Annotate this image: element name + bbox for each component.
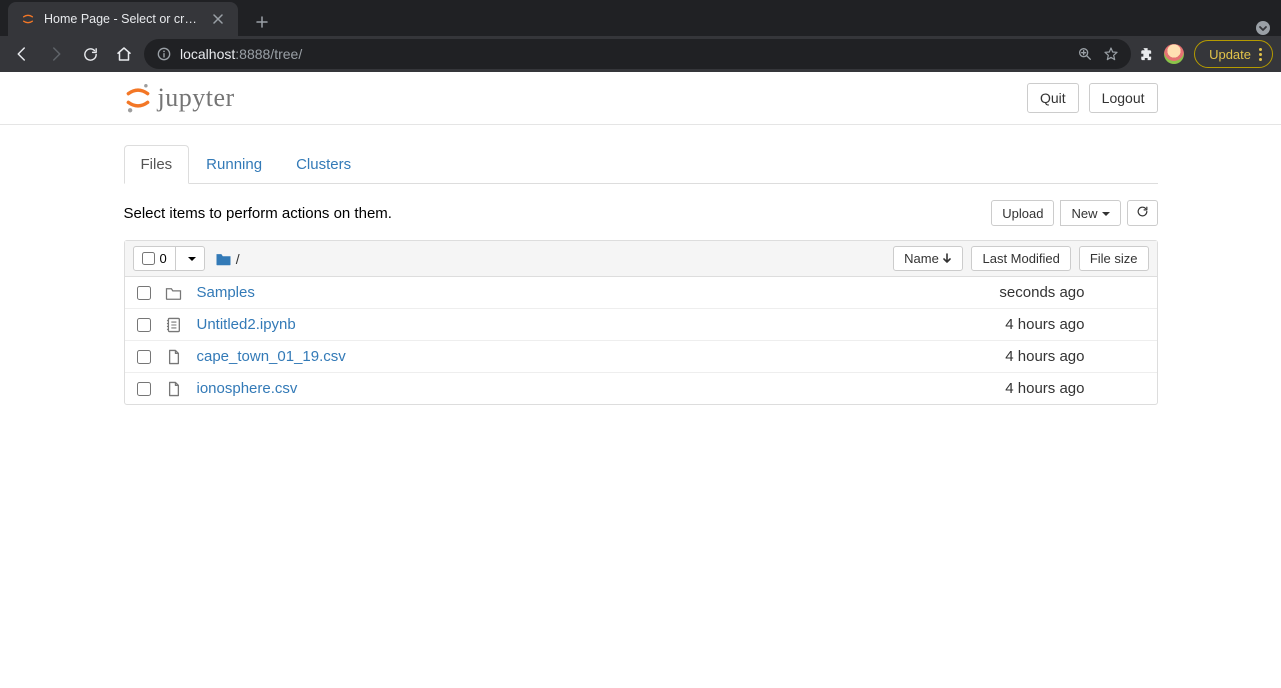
table-row: ionosphere.csv 4 hours ago — [125, 372, 1157, 404]
item-name-link[interactable]: Untitled2.ipynb — [197, 316, 296, 333]
item-name-link[interactable]: Samples — [197, 284, 255, 301]
tab-title: Home Page - Select or create a — [44, 12, 202, 26]
file-rows: Samples seconds ago Untitled2.ipynb 4 hours… — [125, 277, 1157, 404]
folder-icon — [165, 286, 183, 300]
file-icon — [165, 349, 183, 365]
extensions-icon[interactable] — [1137, 46, 1154, 63]
jupyter-header: jupyter Quit Logout — [0, 72, 1281, 125]
item-modified: seconds ago — [999, 284, 1144, 301]
update-label: Update — [1209, 47, 1251, 62]
row-checkbox[interactable] — [137, 350, 151, 364]
address-bar[interactable]: localhost:8888/tree/ — [144, 39, 1131, 69]
select-all-group[interactable]: 0 — [133, 246, 205, 271]
home-button[interactable] — [110, 40, 138, 68]
jupyter-favicon-icon — [20, 11, 36, 27]
folder-icon[interactable] — [215, 252, 232, 266]
row-checkbox[interactable] — [137, 286, 151, 300]
zoom-icon[interactable] — [1077, 46, 1093, 62]
caret-down-icon — [188, 257, 196, 261]
breadcrumb-root[interactable]: / — [236, 251, 240, 267]
selected-count: 0 — [160, 251, 167, 266]
logout-button[interactable]: Logout — [1089, 83, 1158, 113]
table-row: Untitled2.ipynb 4 hours ago — [125, 308, 1157, 340]
bookmark-star-icon[interactable] — [1103, 46, 1119, 62]
select-all-checkbox[interactable] — [142, 252, 155, 265]
item-modified: 4 hours ago — [1005, 316, 1144, 333]
file-list: 0 / Name Last Modified File size Samples… — [124, 240, 1158, 405]
table-row: Samples seconds ago — [125, 277, 1157, 308]
site-info-icon[interactable] — [156, 46, 172, 62]
new-dropdown[interactable]: New — [1060, 200, 1120, 226]
jupyter-logo-icon — [124, 82, 152, 114]
list-header: 0 / Name Last Modified File size — [125, 241, 1157, 277]
chevron-down-circle-icon[interactable] — [1255, 20, 1271, 36]
close-tab-icon[interactable] — [210, 11, 226, 27]
item-modified: 4 hours ago — [1005, 380, 1144, 397]
jupyter-logo[interactable]: jupyter — [124, 78, 235, 118]
url-text: localhost:8888/tree/ — [180, 46, 302, 62]
browser-tab[interactable]: Home Page - Select or create a — [8, 2, 238, 36]
actions-row: Select items to perform actions on them.… — [124, 200, 1158, 226]
new-button[interactable]: New — [1060, 200, 1120, 226]
breadcrumb: / — [215, 251, 240, 267]
profile-avatar-icon[interactable] — [1164, 44, 1184, 64]
jupyter-logo-text: jupyter — [158, 83, 235, 113]
extensions-area: Update — [1137, 40, 1273, 68]
tab-running[interactable]: Running — [189, 145, 279, 184]
new-tab-button[interactable] — [248, 8, 276, 36]
update-button[interactable]: Update — [1194, 40, 1273, 68]
page: jupyter Quit Logout Files Running Cluste… — [0, 72, 1281, 405]
tab-files[interactable]: Files — [124, 145, 190, 184]
upload-button[interactable]: Upload — [991, 200, 1054, 226]
actions-hint: Select items to perform actions on them. — [124, 205, 392, 222]
new-label: New — [1071, 206, 1097, 221]
nav-tabs: Files Running Clusters — [124, 145, 1158, 184]
refresh-icon — [1136, 205, 1149, 218]
sort-size-button[interactable]: File size — [1079, 246, 1149, 271]
back-button[interactable] — [8, 40, 36, 68]
refresh-button[interactable] — [1127, 200, 1158, 226]
file-icon — [165, 381, 183, 397]
kebab-icon — [1259, 48, 1262, 61]
forward-button — [42, 40, 70, 68]
reload-button[interactable] — [76, 40, 104, 68]
tab-clusters[interactable]: Clusters — [279, 145, 368, 184]
browser-chrome: Home Page - Select or create a — [0, 0, 1281, 72]
notebook-icon — [165, 317, 183, 333]
item-modified: 4 hours ago — [1005, 348, 1144, 365]
arrow-down-icon — [942, 253, 952, 263]
sort-name-button[interactable]: Name — [893, 246, 963, 271]
tab-strip: Home Page - Select or create a — [0, 0, 1281, 36]
item-name-link[interactable]: ionosphere.csv — [197, 380, 298, 397]
browser-toolbar: localhost:8888/tree/ Update — [0, 36, 1281, 72]
sort-modified-button[interactable]: Last Modified — [971, 246, 1070, 271]
chrome-menu-right — [1255, 20, 1271, 36]
sort-name-label: Name — [904, 251, 939, 266]
select-menu-toggle[interactable] — [175, 247, 204, 270]
row-checkbox[interactable] — [137, 318, 151, 332]
row-checkbox[interactable] — [137, 382, 151, 396]
caret-down-icon — [1102, 212, 1110, 216]
table-row: cape_town_01_19.csv 4 hours ago — [125, 340, 1157, 372]
item-name-link[interactable]: cape_town_01_19.csv — [197, 348, 346, 365]
quit-button[interactable]: Quit — [1027, 83, 1079, 113]
